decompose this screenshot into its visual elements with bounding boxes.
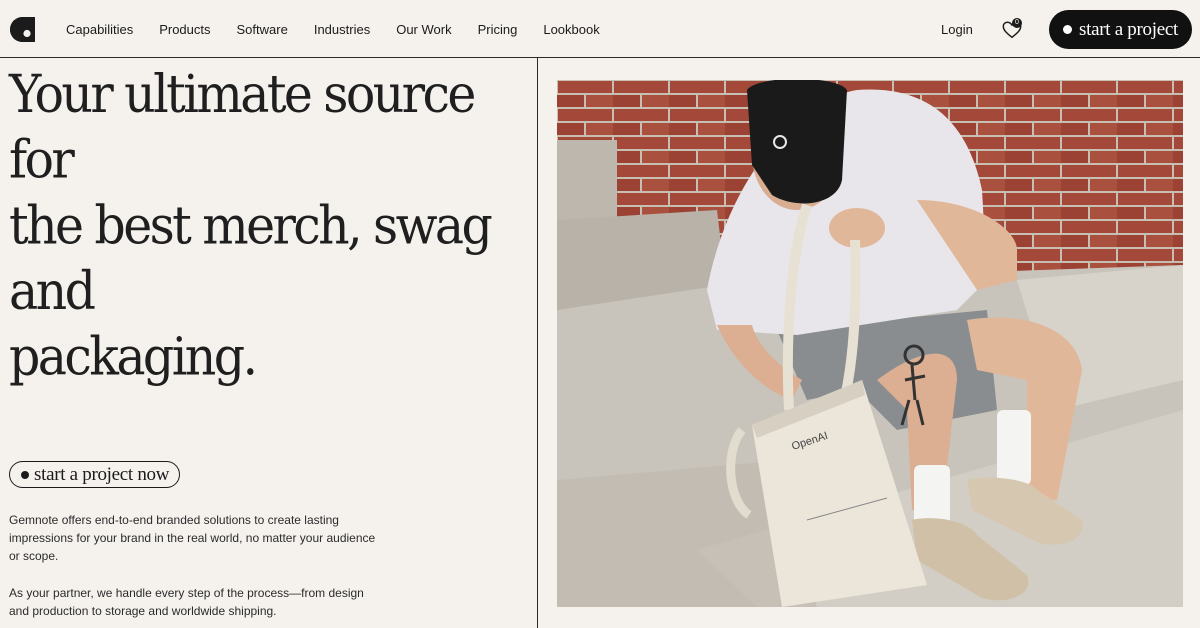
partner-paragraph: As your partner, we handle every step of… [9, 586, 364, 618]
bullet-dot-icon [21, 470, 29, 479]
headline-line-1: Your ultimate source for [9, 64, 476, 191]
favorites-count-badge: 0 [1012, 18, 1022, 28]
start-project-label: start a project [1079, 18, 1178, 40]
gemnote-logo-icon[interactable] [10, 17, 35, 42]
start-project-now-button[interactable]: start a project now [9, 461, 181, 488]
nav-products[interactable]: Products [159, 22, 210, 37]
nav-our-work[interactable]: Our Work [396, 22, 451, 37]
hero-photo: OpenAI [557, 80, 1183, 607]
start-project-button[interactable]: start a project [1049, 10, 1192, 49]
headline-line-3: packaging. [9, 327, 258, 388]
nav-software[interactable]: Software [237, 22, 288, 37]
login-link[interactable]: Login [941, 22, 973, 37]
main-menu: Capabilities Products Software Industrie… [66, 0, 626, 58]
intro-paragraph: Gemnote offers end-to-end branded soluti… [9, 513, 376, 563]
column-divider [537, 58, 538, 628]
start-project-now-label: start a project now [34, 463, 170, 485]
nav-pricing[interactable]: Pricing [478, 22, 518, 37]
headline-line-2: the best merch, swag and [9, 195, 493, 322]
top-navigation: Capabilities Products Software Industrie… [0, 0, 1200, 58]
nav-capabilities[interactable]: Capabilities [66, 22, 133, 37]
hero-headline: Your ultimate source for the best merch,… [9, 62, 529, 391]
nav-lookbook[interactable]: Lookbook [543, 22, 599, 37]
bullet-dot-icon [1063, 25, 1073, 34]
nav-industries[interactable]: Industries [314, 22, 370, 37]
